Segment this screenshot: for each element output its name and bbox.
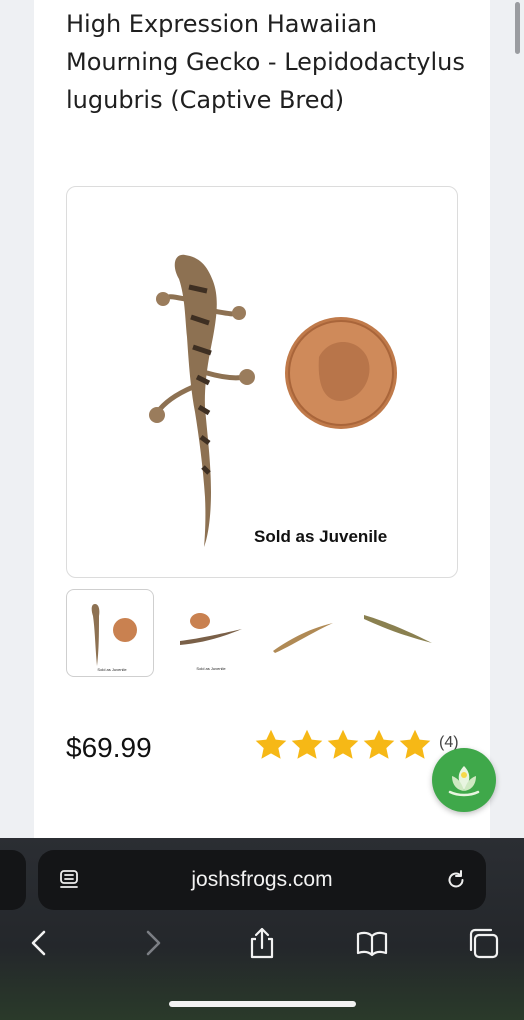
thumbnail-1[interactable]: Sold as Juvenile [66, 589, 154, 677]
thumbnail-2-caption: Sold as Juvenile [196, 666, 226, 671]
thumbnail-2[interactable]: Sold as Juvenile [166, 589, 252, 675]
book-icon[interactable] [355, 926, 389, 960]
thumbnail-1-caption: Sold as Juvenile [97, 667, 127, 672]
thumbnail-3-image [273, 623, 333, 653]
browser-toolbar: joshsfrogs.com [0, 838, 524, 1020]
star-icon [399, 729, 431, 759]
star-icon [327, 729, 359, 759]
share-icon[interactable] [245, 926, 279, 960]
chevron-right-icon[interactable] [136, 926, 170, 960]
chevron-left-icon[interactable] [22, 926, 56, 960]
star-icon [363, 729, 395, 759]
product-main-image[interactable]: Sold as Juvenile [66, 186, 458, 578]
image-caption: Sold as Juvenile [254, 527, 388, 546]
star-icon [255, 729, 287, 759]
previous-tab-pill[interactable] [0, 850, 26, 910]
thumbnail-3[interactable] [263, 589, 349, 675]
star-icon [291, 729, 323, 759]
page-scrollbar[interactable] [515, 2, 520, 54]
reload-icon[interactable] [444, 868, 468, 892]
rewards-button[interactable] [432, 748, 496, 812]
thumbnail-4-image [364, 615, 432, 643]
tabs-icon[interactable] [467, 926, 501, 960]
address-bar[interactable]: joshsfrogs.com [38, 850, 486, 910]
thumbnail-1-image [91, 604, 137, 666]
gecko-photo [149, 254, 397, 547]
product-price: $69.99 [66, 732, 152, 763]
home-indicator[interactable] [169, 1001, 356, 1007]
product-title: High Expression Hawaiian Mourning Gecko … [66, 10, 465, 114]
leaf-icon [448, 766, 480, 797]
thumbnail-2-image [180, 613, 242, 645]
thumbnail-4[interactable] [356, 589, 442, 675]
url-text[interactable]: joshsfrogs.com [38, 868, 486, 892]
